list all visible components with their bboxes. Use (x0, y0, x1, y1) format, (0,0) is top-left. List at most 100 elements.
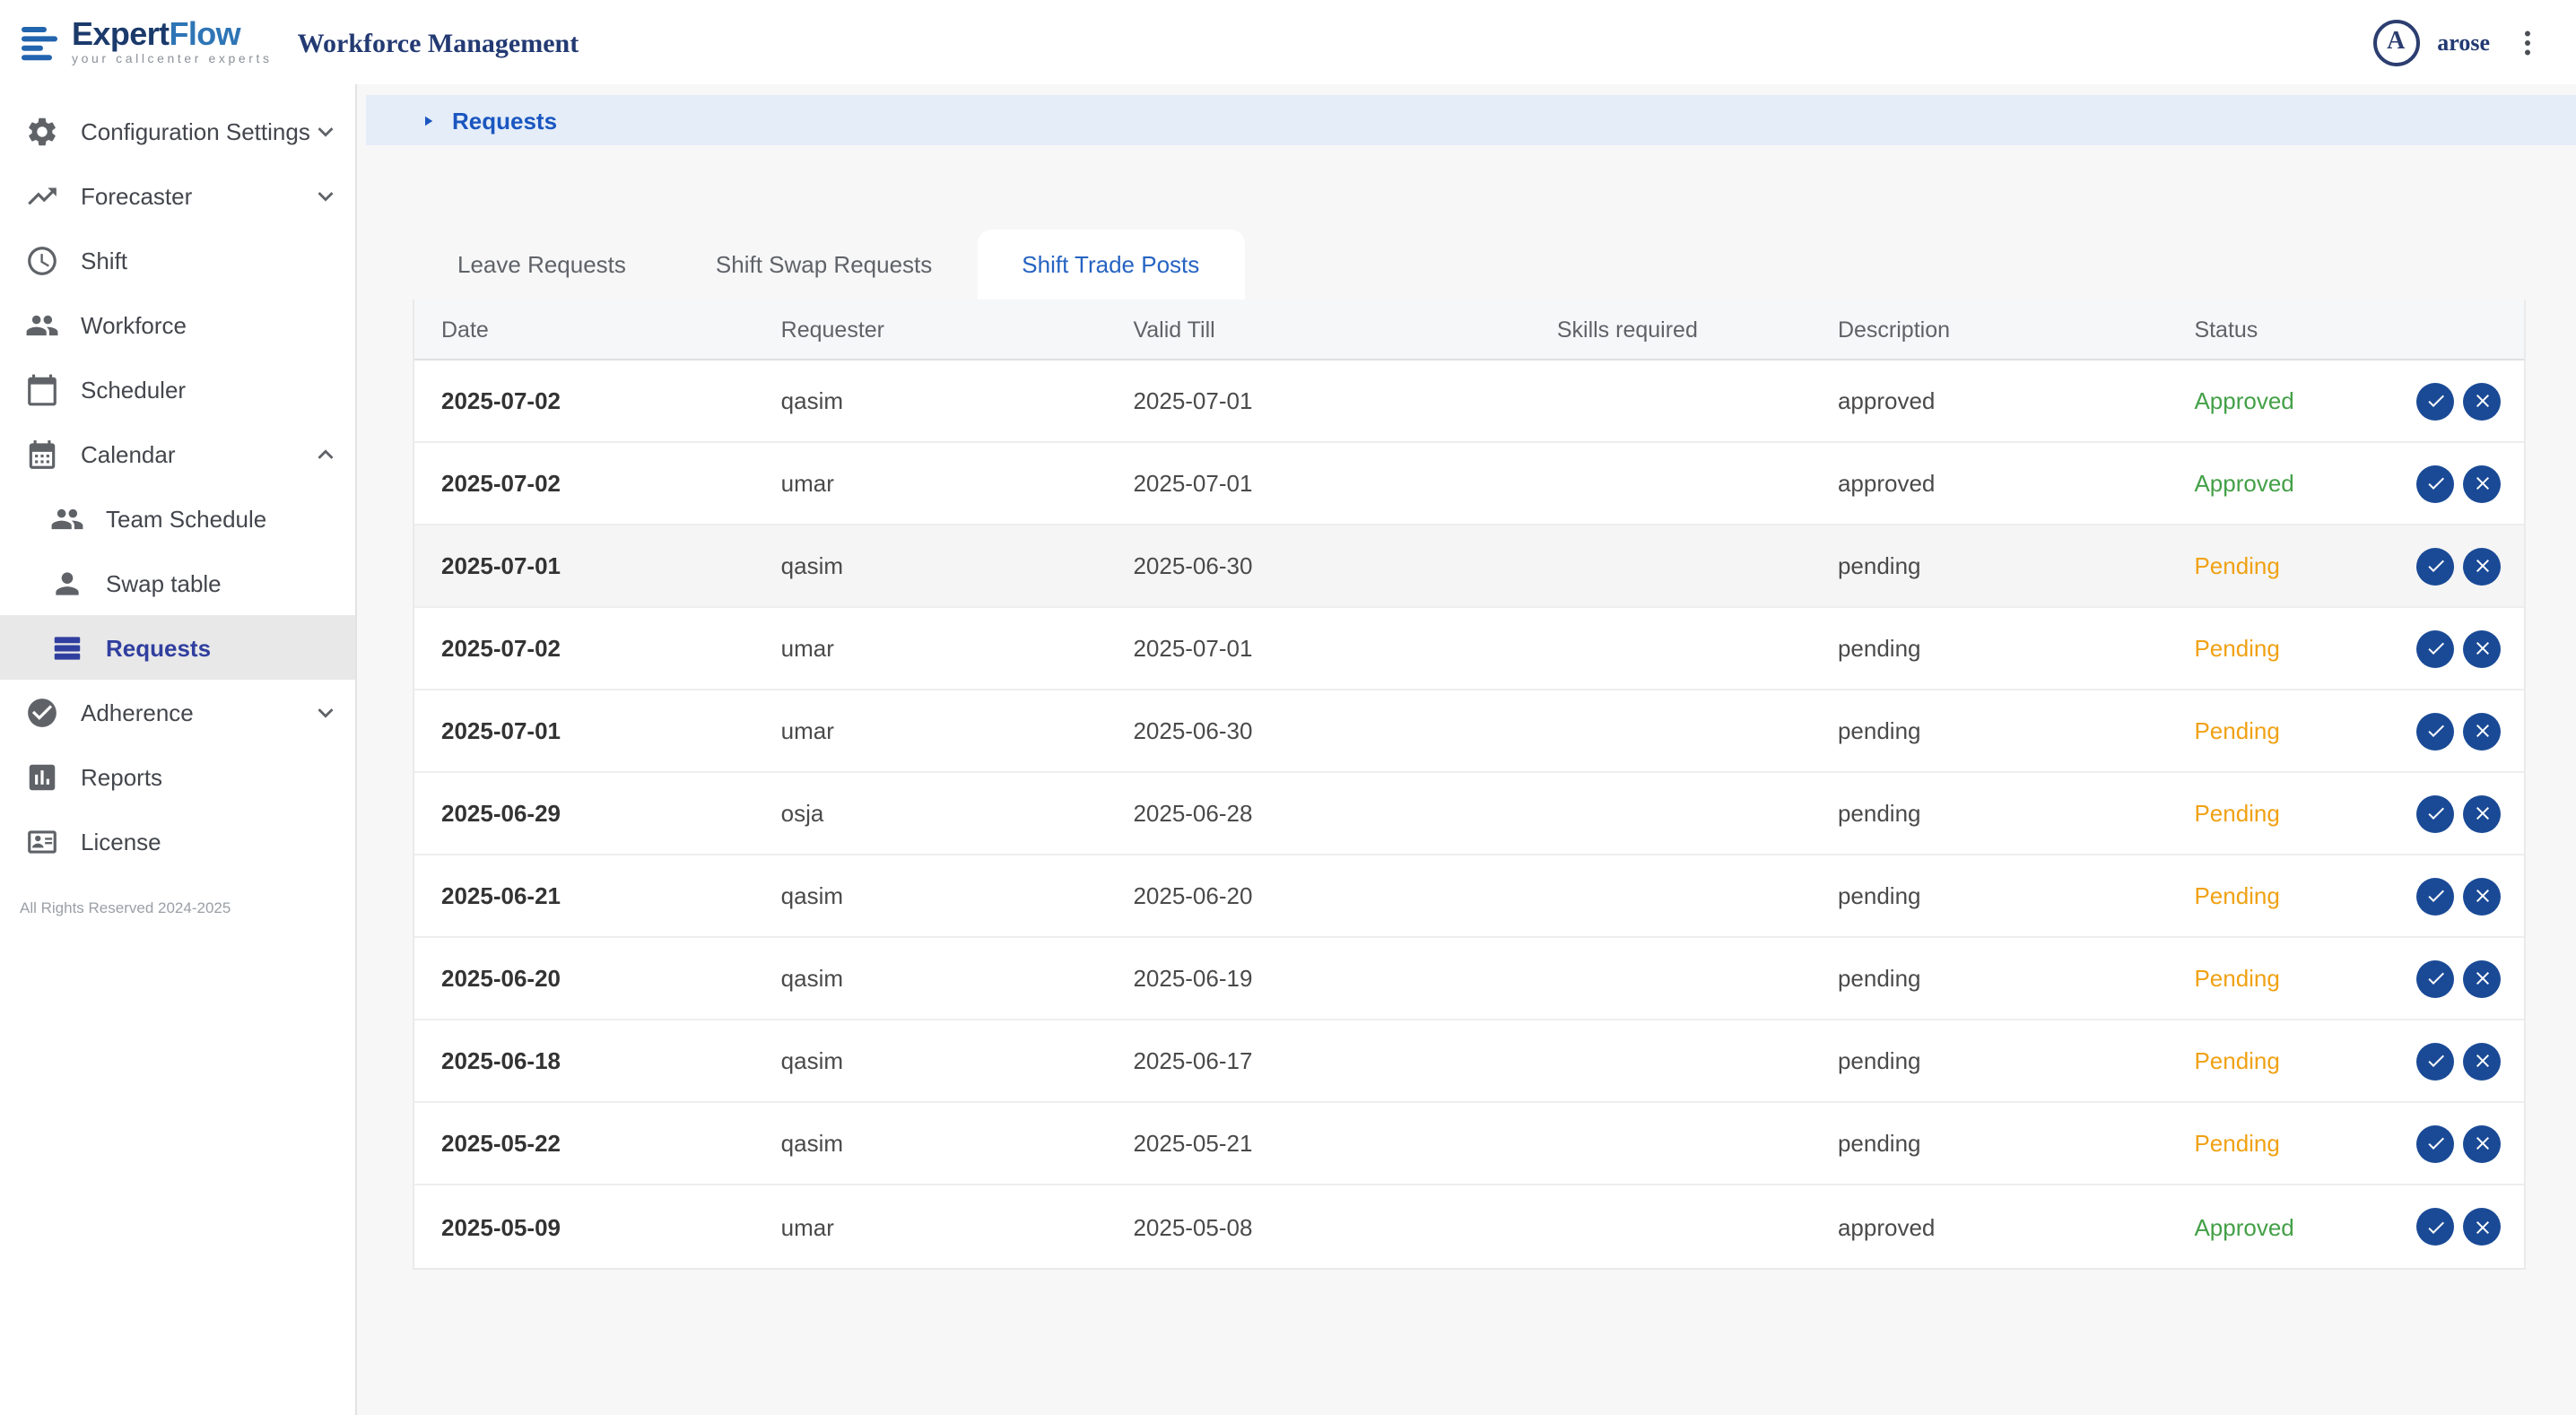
sidebar: Configuration Settings Forecaster Shift (0, 84, 357, 1415)
cell-date: 2025-07-02 (414, 470, 754, 497)
expertflow-logo-icon (18, 21, 61, 64)
reject-button[interactable] (2463, 547, 2501, 585)
reject-button[interactable] (2463, 382, 2501, 420)
cell-date: 2025-06-29 (414, 800, 754, 827)
cell-date: 2025-06-21 (414, 882, 754, 909)
cell-description: approved (1811, 1213, 2167, 1240)
chevron-down-icon (310, 697, 341, 727)
reject-button[interactable] (2463, 877, 2501, 915)
table-row[interactable]: 2025-07-02 qasim 2025-07-01 approved App… (414, 360, 2524, 443)
approve-button[interactable] (2416, 712, 2454, 750)
cell-valid-till: 2025-05-08 (1106, 1213, 1443, 1240)
sidebar-item-configuration-settings[interactable]: Configuration Settings (0, 99, 355, 163)
reject-button[interactable] (2463, 1124, 2501, 1162)
approve-button[interactable] (2416, 629, 2454, 667)
sidebar-item-workforce[interactable]: Workforce (0, 292, 355, 357)
approve-button[interactable] (2416, 1124, 2454, 1162)
sidebar-item-label: License (81, 828, 341, 855)
column-header-requester: Requester (754, 317, 1107, 342)
table-row[interactable]: 2025-05-22 qasim 2025-05-21 pending Pend… (414, 1103, 2524, 1185)
reject-button[interactable] (2463, 629, 2501, 667)
table-row[interactable]: 2025-07-01 qasim 2025-06-30 pending Pend… (414, 525, 2524, 608)
approve-button[interactable] (2416, 1042, 2454, 1080)
check-circle-icon (25, 695, 59, 729)
sidebar-item-license[interactable]: License (0, 809, 355, 873)
approve-button[interactable] (2416, 877, 2454, 915)
cell-description: approved (1811, 387, 2167, 414)
approve-button[interactable] (2416, 382, 2454, 420)
row-actions (2416, 382, 2501, 420)
tab-leave-requests[interactable]: Leave Requests (413, 230, 671, 299)
sidebar-item-team-schedule[interactable]: Team Schedule (0, 486, 355, 551)
table-body: 2025-07-02 qasim 2025-07-01 approved App… (414, 360, 2524, 1268)
requests-banner[interactable]: Requests (366, 95, 2576, 145)
sidebar-item-scheduler[interactable]: Scheduler (0, 357, 355, 421)
sidebar-item-label: Adherence (81, 699, 310, 725)
cell-requester: umar (754, 470, 1107, 497)
expertflow-logo[interactable]: ExpertFlow your callcenter experts (18, 18, 273, 66)
reject-button[interactable] (2463, 712, 2501, 750)
cell-date: 2025-06-18 (414, 1047, 754, 1074)
banner-label: Requests (452, 107, 557, 134)
cell-valid-till: 2025-07-01 (1106, 387, 1443, 414)
cell-date: 2025-07-01 (414, 717, 754, 744)
sidebar-item-label: Calendar (81, 440, 310, 467)
sidebar-item-adherence[interactable]: Adherence (0, 680, 355, 744)
header-right: A arose (2372, 19, 2547, 65)
sidebar-item-label: Shift (81, 247, 341, 273)
shift-trade-posts-table: Date Requester Valid Till Skills require… (413, 299, 2526, 1270)
reject-button[interactable] (2463, 1208, 2501, 1246)
reject-button[interactable] (2463, 794, 2501, 832)
reject-button[interactable] (2463, 1042, 2501, 1080)
table-row[interactable]: 2025-06-18 qasim 2025-06-17 pending Pend… (414, 1020, 2524, 1103)
sidebar-item-calendar[interactable]: Calendar (0, 421, 355, 486)
approve-button[interactable] (2416, 547, 2454, 585)
sidebar-item-reports[interactable]: Reports (0, 744, 355, 809)
cell-valid-till: 2025-06-28 (1106, 800, 1443, 827)
reject-button[interactable] (2463, 464, 2501, 502)
row-actions (2416, 547, 2501, 585)
app-title: Workforce Management (298, 30, 579, 61)
kebab-menu-icon[interactable] (2508, 22, 2547, 62)
approve-button[interactable] (2416, 959, 2454, 997)
row-actions (2416, 464, 2501, 502)
avatar[interactable]: A (2372, 19, 2419, 65)
sidebar-item-label: Team Schedule (106, 505, 341, 532)
row-actions (2416, 1042, 2501, 1080)
table-row[interactable]: 2025-07-01 umar 2025-06-30 pending Pendi… (414, 690, 2524, 773)
sidebar-item-swap-table[interactable]: Swap table (0, 551, 355, 615)
cell-requester: qasim (754, 387, 1107, 414)
row-actions (2416, 877, 2501, 915)
logo-text: ExpertFlow your callcenter experts (72, 18, 273, 66)
table-row[interactable]: 2025-06-29 osja 2025-06-28 pending Pendi… (414, 773, 2524, 855)
sidebar-item-requests[interactable]: Requests (0, 615, 355, 680)
play-icon (420, 110, 436, 130)
approve-button[interactable] (2416, 794, 2454, 832)
approve-button[interactable] (2416, 464, 2454, 502)
table-row[interactable]: 2025-06-20 qasim 2025-06-19 pending Pend… (414, 938, 2524, 1020)
column-header-status: Status (2167, 317, 2523, 342)
table-row[interactable]: 2025-05-09 umar 2025-05-08 approved Appr… (414, 1185, 2524, 1268)
column-header-skills-required: Skills required (1444, 317, 1811, 342)
sidebar-item-forecaster[interactable]: Forecaster (0, 163, 355, 228)
table-header-row: Date Requester Valid Till Skills require… (414, 299, 2524, 360)
cell-description: pending (1811, 882, 2167, 909)
table-row[interactable]: 2025-07-02 umar 2025-07-01 pending Pendi… (414, 608, 2524, 690)
clock-icon (25, 243, 59, 277)
table-row[interactable]: 2025-06-21 qasim 2025-06-20 pending Pend… (414, 855, 2524, 938)
tab-shift-trade-posts[interactable]: Shift Trade Posts (977, 230, 1244, 299)
cell-requester: qasim (754, 1047, 1107, 1074)
row-actions (2416, 712, 2501, 750)
tab-shift-swap-requests[interactable]: Shift Swap Requests (671, 230, 977, 299)
approve-button[interactable] (2416, 1208, 2454, 1246)
table-row[interactable]: 2025-07-02 umar 2025-07-01 approved Appr… (414, 443, 2524, 525)
cell-valid-till: 2025-06-19 (1106, 965, 1443, 992)
sidebar-item-shift[interactable]: Shift (0, 228, 355, 292)
chevron-up-icon (310, 438, 341, 469)
row-actions (2416, 959, 2501, 997)
reject-button[interactable] (2463, 959, 2501, 997)
username: arose (2437, 28, 2490, 56)
people-icon (50, 501, 84, 535)
copyright-text: All Rights Reserved 2024-2025 (0, 873, 355, 916)
cell-requester: qasim (754, 1130, 1107, 1157)
